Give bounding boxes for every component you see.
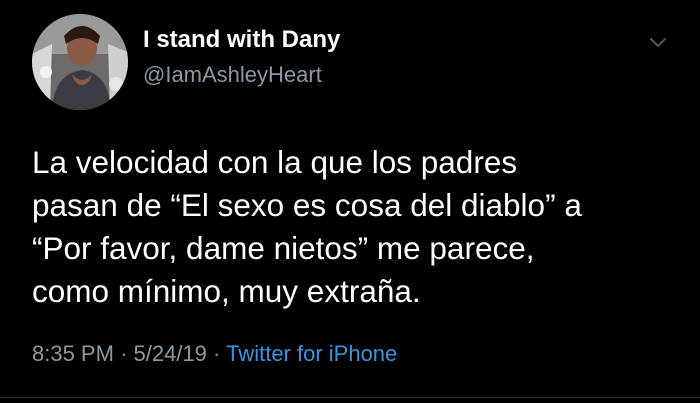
meta-separator: · <box>213 341 221 366</box>
tweet-card: I stand with Dany @IamAshleyHeart La vel… <box>0 0 700 403</box>
tweet-metadata: 8:35 PM · 5/24/19 · Twitter for iPhone <box>32 341 397 367</box>
author-handle[interactable]: @IamAshleyHeart <box>143 62 322 88</box>
profile-photo-icon <box>32 14 128 110</box>
meta-separator: · <box>120 341 128 366</box>
tweet-time[interactable]: 8:35 PM <box>32 341 114 366</box>
author-display-name[interactable]: I stand with Dany <box>143 26 340 54</box>
divider <box>0 397 700 398</box>
tweet-date[interactable]: 5/24/19 <box>134 341 207 366</box>
tweet-source-link[interactable]: Twitter for iPhone <box>226 341 397 366</box>
avatar[interactable] <box>32 14 128 110</box>
chevron-down-icon[interactable] <box>648 36 668 50</box>
tweet-text: La velocidad con la que los padres pasan… <box>32 144 582 309</box>
